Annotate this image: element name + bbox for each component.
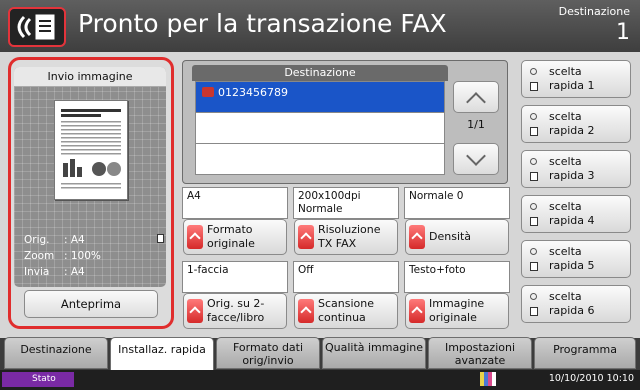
indicator-icon xyxy=(530,203,537,210)
chevron-up-icon xyxy=(409,225,425,249)
indicator-icon xyxy=(530,293,537,300)
density-value: Normale 0 xyxy=(404,187,510,219)
quick-dial-icon xyxy=(530,217,538,226)
destination-count: 1 xyxy=(616,20,630,45)
chevron-up-icon xyxy=(298,225,314,249)
quick-dial-icon xyxy=(530,82,538,91)
info-zoom: Zoom: 100% xyxy=(24,250,101,262)
tab-program[interactable]: Programma xyxy=(534,337,636,369)
page-title: Pronto per la transazione FAX xyxy=(78,9,447,38)
date-time: 10/10/2010 10:10 xyxy=(548,373,634,384)
indicator-icon xyxy=(530,68,537,75)
duplex-original-button[interactable]: Orig. su 2-facce/libro xyxy=(183,293,287,329)
original-size-button[interactable]: Formato originale xyxy=(183,219,287,255)
indicator-icon xyxy=(530,158,537,165)
indicator-icon xyxy=(530,248,537,255)
quick-dial-1-button[interactable]: scelta rapida 1 xyxy=(521,60,631,98)
destination-list-header: Destinazione xyxy=(192,65,448,81)
destination-row[interactable]: 0123456789 xyxy=(195,81,445,113)
tab-format[interactable]: Formato dati orig/invio xyxy=(216,337,320,369)
quick-dial-3-button[interactable]: scelta rapida 3 xyxy=(521,150,631,188)
scroll-down-button[interactable] xyxy=(453,143,499,175)
tx-resolution-button[interactable]: Risoluzione TX FAX xyxy=(294,219,398,255)
orientation-icon xyxy=(157,234,164,243)
continuous-scan-button[interactable]: Scansione continua xyxy=(294,293,398,329)
document-thumbnail xyxy=(54,100,128,200)
original-image-button[interactable]: Immagine originale xyxy=(405,293,509,329)
chevron-up-icon xyxy=(409,299,425,323)
toner-status-icon xyxy=(480,372,496,386)
destination-count-label: Destinazione xyxy=(558,5,630,18)
status-bar xyxy=(0,370,640,390)
quick-dial-icon xyxy=(530,127,538,136)
quick-dial-icon xyxy=(530,307,538,316)
fax-number-icon xyxy=(202,87,214,97)
quick-dial-5-button[interactable]: scelta rapida 5 xyxy=(521,240,631,278)
quick-dial-6-button[interactable]: scelta rapida 6 xyxy=(521,285,631,323)
info-original-size: Orig.: A4 xyxy=(24,234,85,246)
density-button[interactable]: Densità xyxy=(405,219,509,255)
preview-button[interactable]: Anteprima xyxy=(24,290,158,318)
tab-quick-setup[interactable]: Installaz. rapida xyxy=(110,337,214,370)
info-send-size: Invia: A4 xyxy=(24,266,85,278)
indicator-icon xyxy=(530,113,537,120)
quick-dial-icon xyxy=(530,172,538,181)
fax-mode-icon xyxy=(8,7,66,47)
continuous-scan-value: Off xyxy=(293,261,399,293)
chevron-up-icon xyxy=(187,299,203,323)
preview-title: Invio immagine xyxy=(14,67,166,87)
quick-dial-2-button[interactable]: scelta rapida 2 xyxy=(521,105,631,143)
chevron-up-icon xyxy=(187,225,203,249)
destination-row[interactable] xyxy=(195,112,445,144)
duplex-value: 1-faccia xyxy=(182,261,288,293)
chevron-up-icon xyxy=(298,299,314,323)
tab-image-quality[interactable]: Qualità immagine xyxy=(322,337,426,369)
tab-advanced-settings[interactable]: Impostazioni avanzate xyxy=(428,337,532,369)
resolution-value: 200x100dpi Normale xyxy=(293,187,399,219)
original-image-value: Testo+foto xyxy=(404,261,510,293)
destination-row[interactable] xyxy=(195,143,445,175)
page-indicator: 1/1 xyxy=(467,118,485,131)
chevron-down-icon xyxy=(466,146,486,166)
scroll-up-button[interactable] xyxy=(453,81,499,113)
quick-dial-4-button[interactable]: scelta rapida 4 xyxy=(521,195,631,233)
chevron-up-icon xyxy=(466,92,486,112)
status-button[interactable]: Stato xyxy=(2,372,74,387)
quick-dial-icon xyxy=(530,262,538,271)
original-size-value: A4 xyxy=(182,187,288,219)
tab-destination[interactable]: Destinazione xyxy=(4,337,108,369)
